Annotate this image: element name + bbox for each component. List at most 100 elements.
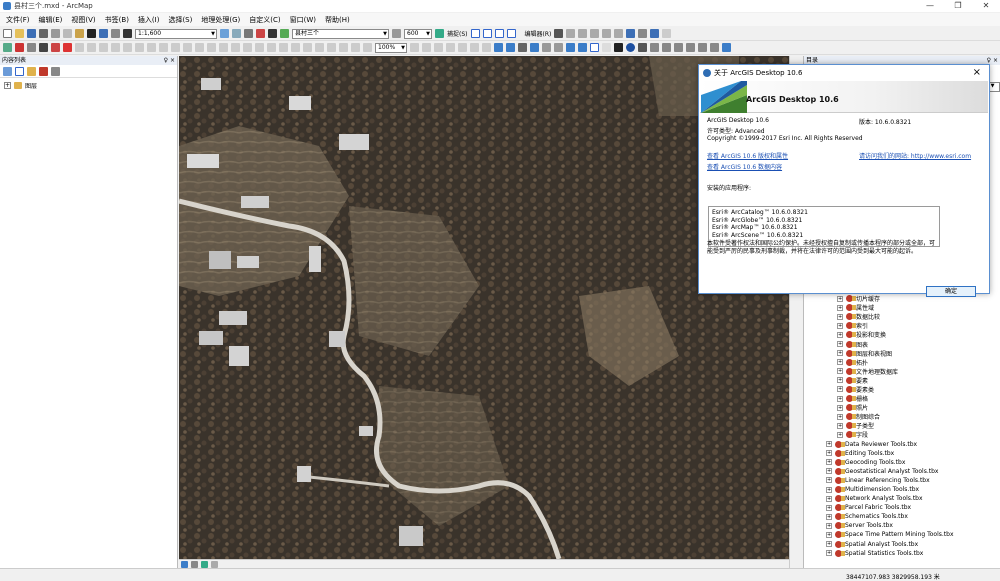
- georeference-icon[interactable]: [63, 43, 72, 52]
- layer-combo[interactable]: 县村三个 ▼: [292, 28, 389, 39]
- tree-item[interactable]: + Linear Referencing Tools.tbx: [804, 476, 1000, 485]
- find-icon[interactable]: [638, 43, 647, 52]
- list-by-selection-icon[interactable]: [39, 66, 48, 76]
- expand-icon[interactable]: +: [826, 450, 832, 457]
- list-by-source-icon[interactable]: [15, 66, 24, 76]
- editor-menu[interactable]: 编辑器(R): [525, 29, 552, 38]
- tool-n-icon[interactable]: [231, 43, 240, 52]
- expand-icon[interactable]: +: [826, 513, 832, 520]
- edit-vertices-icon[interactable]: [566, 29, 576, 38]
- expand-icon[interactable]: +: [837, 295, 843, 302]
- add-data-icon[interactable]: [123, 29, 132, 38]
- expand-icon[interactable]: +: [837, 422, 843, 429]
- data-content-link[interactable]: 查看 ArcGIS 10.6 数据内容: [707, 162, 782, 171]
- tool-x-icon[interactable]: [351, 43, 360, 52]
- tool-t-icon[interactable]: [303, 43, 312, 52]
- tool-q-icon[interactable]: [267, 43, 276, 52]
- new-icon[interactable]: [3, 29, 12, 38]
- sketch-props-icon[interactable]: [638, 29, 648, 38]
- refresh-icon[interactable]: [201, 560, 208, 568]
- forward-icon[interactable]: [578, 43, 587, 52]
- menu-geoprocessing[interactable]: 地理处理(G): [201, 15, 240, 25]
- expand-icon[interactable]: +: [837, 322, 843, 329]
- line-icon[interactable]: [39, 43, 48, 52]
- time-slider-icon[interactable]: [674, 43, 683, 52]
- list-by-visibility-icon[interactable]: [27, 66, 36, 76]
- pause-drawing-icon[interactable]: [211, 560, 218, 568]
- close-window-button[interactable]: ✕: [972, 0, 1000, 12]
- tree-item[interactable]: + Data Reviewer Tools.tbx: [804, 440, 1000, 449]
- back-icon[interactable]: [566, 43, 575, 52]
- tree-item[interactable]: + 要素类: [804, 385, 1000, 394]
- html-popup-icon[interactable]: [698, 43, 707, 52]
- paste-icon[interactable]: [75, 29, 84, 38]
- toc-options-icon[interactable]: [51, 66, 60, 76]
- tool-b-icon[interactable]: [87, 43, 96, 52]
- expand-icon[interactable]: +: [837, 350, 843, 357]
- menu-windows[interactable]: 窗口(W): [290, 15, 316, 25]
- expand-icon[interactable]: +: [837, 304, 843, 311]
- expand-icon[interactable]: +: [837, 395, 843, 402]
- draw-icon[interactable]: [3, 43, 12, 52]
- hyperlink-icon[interactable]: [686, 43, 695, 52]
- tool-p-icon[interactable]: [255, 43, 264, 52]
- expand-icon[interactable]: +: [837, 313, 843, 320]
- expand-icon[interactable]: +: [837, 431, 843, 438]
- clear-selection-icon[interactable]: [602, 43, 611, 52]
- layout-view-icon[interactable]: [191, 560, 198, 568]
- fixed-zoom-in-icon[interactable]: [542, 43, 551, 52]
- rotate-icon[interactable]: [614, 29, 624, 38]
- tool-ac-icon[interactable]: [446, 43, 455, 52]
- tree-item[interactable]: + 拓扑: [804, 358, 1000, 367]
- undo-icon[interactable]: [99, 29, 108, 38]
- expand-icon[interactable]: +: [837, 341, 843, 348]
- expand-icon[interactable]: +: [837, 386, 843, 393]
- tool-c-icon[interactable]: [99, 43, 108, 52]
- zoom-combo[interactable]: 100% ▼: [375, 42, 407, 53]
- tool-k-icon[interactable]: [195, 43, 204, 52]
- expand-icon[interactable]: +: [826, 504, 832, 511]
- tree-item[interactable]: + 索引: [804, 321, 1000, 330]
- tool-m-icon[interactable]: [219, 43, 228, 52]
- expand-icon[interactable]: +: [837, 413, 843, 420]
- tool-l-icon[interactable]: [207, 43, 216, 52]
- split-icon[interactable]: [602, 29, 612, 38]
- tree-item[interactable]: + Multidimension Tools.tbx: [804, 485, 1000, 494]
- tool-ab-icon[interactable]: [434, 43, 443, 52]
- pan-icon[interactable]: [518, 43, 527, 52]
- tree-item[interactable]: + 要素: [804, 376, 1000, 385]
- menu-file[interactable]: 文件(F): [6, 15, 30, 25]
- copy-icon[interactable]: [63, 29, 72, 38]
- point-snap-icon[interactable]: [470, 29, 480, 38]
- cut-polygon-icon[interactable]: [590, 29, 600, 38]
- data-view-icon[interactable]: [181, 560, 188, 568]
- tool-r-icon[interactable]: [279, 43, 288, 52]
- tool-a-icon[interactable]: [75, 43, 84, 52]
- dialog-close-button[interactable]: ×: [973, 67, 981, 78]
- open-icon[interactable]: [15, 29, 24, 38]
- license-link[interactable]: 查看 ArcGIS 10.6 版权和属性: [707, 151, 788, 160]
- edit-tool-icon[interactable]: [554, 29, 564, 38]
- tree-item[interactable]: + 图表: [804, 339, 1000, 349]
- cut-icon[interactable]: [51, 29, 60, 38]
- tool-o-icon[interactable]: [243, 43, 252, 52]
- measure-icon[interactable]: [27, 43, 36, 52]
- globe-icon[interactable]: [51, 43, 60, 52]
- vertex-snap-icon[interactable]: [494, 29, 504, 38]
- tree-item[interactable]: + 照片: [804, 403, 1000, 412]
- tree-item[interactable]: + Editing Tools.tbx: [804, 449, 1000, 458]
- list-by-drawing-order-icon[interactable]: [3, 66, 12, 76]
- expand-icon[interactable]: +: [826, 459, 832, 466]
- expand-icon[interactable]: +: [826, 541, 832, 548]
- print-icon[interactable]: [39, 29, 48, 38]
- editor-toolbar-icon[interactable]: [220, 29, 229, 38]
- expand-icon[interactable]: +: [826, 522, 832, 529]
- tree-item[interactable]: + 字段: [804, 430, 1000, 439]
- full-extent-icon[interactable]: [530, 43, 539, 52]
- attributes-icon[interactable]: [626, 29, 636, 38]
- identify-icon[interactable]: [626, 43, 635, 52]
- viewer-icon[interactable]: [722, 43, 731, 52]
- expand-icon[interactable]: +: [837, 377, 843, 384]
- menu-edit[interactable]: 编辑(E): [39, 15, 63, 25]
- tool-e-icon[interactable]: [123, 43, 132, 52]
